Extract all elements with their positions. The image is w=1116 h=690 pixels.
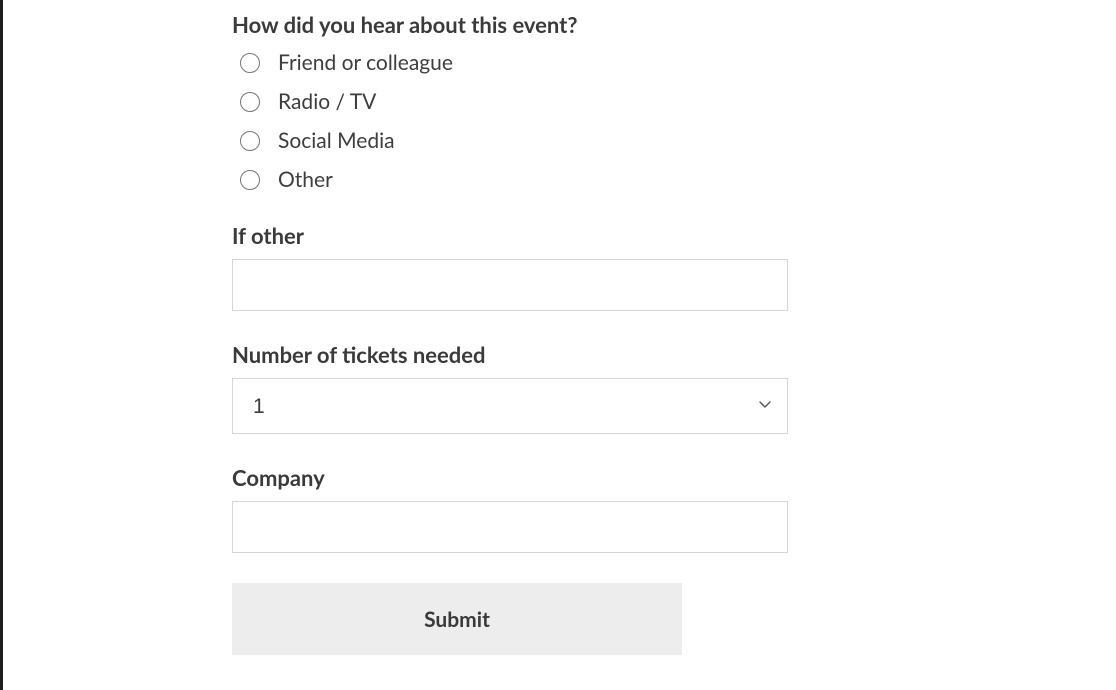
tickets-select[interactable]: 1 <box>232 378 788 434</box>
radio-label-social[interactable]: Social Media <box>278 128 395 153</box>
company-field: Company <box>232 464 790 553</box>
if-other-label: If other <box>232 222 790 249</box>
left-border <box>0 0 3 690</box>
hear-about-field: How did you hear about this event? Frien… <box>232 11 790 192</box>
radio-social-media[interactable] <box>240 131 260 151</box>
tickets-select-wrapper: 1 <box>232 378 788 434</box>
company-label: Company <box>232 464 790 491</box>
radio-label-radio-tv[interactable]: Radio / TV <box>278 89 376 114</box>
hear-about-label: How did you hear about this event? <box>232 11 790 38</box>
hear-about-radio-group: Friend or colleague Radio / TV Social Me… <box>232 50 790 192</box>
radio-option-radio-tv: Radio / TV <box>240 89 790 114</box>
radio-option-friend: Friend or colleague <box>240 50 790 75</box>
tickets-field: Number of tickets needed 1 <box>232 341 790 434</box>
radio-option-social: Social Media <box>240 128 790 153</box>
submit-button[interactable]: Submit <box>232 583 682 655</box>
form-container: How did you hear about this event? Frien… <box>0 0 790 655</box>
tickets-label: Number of tickets needed <box>232 341 790 368</box>
radio-friend-colleague[interactable] <box>240 53 260 73</box>
radio-option-other: Other <box>240 167 790 192</box>
if-other-input[interactable] <box>232 259 788 311</box>
if-other-field: If other <box>232 222 790 311</box>
company-input[interactable] <box>232 501 788 553</box>
radio-label-friend[interactable]: Friend or colleague <box>278 50 453 75</box>
radio-other[interactable] <box>240 170 260 190</box>
radio-label-other[interactable]: Other <box>278 167 333 192</box>
radio-radio-tv[interactable] <box>240 92 260 112</box>
